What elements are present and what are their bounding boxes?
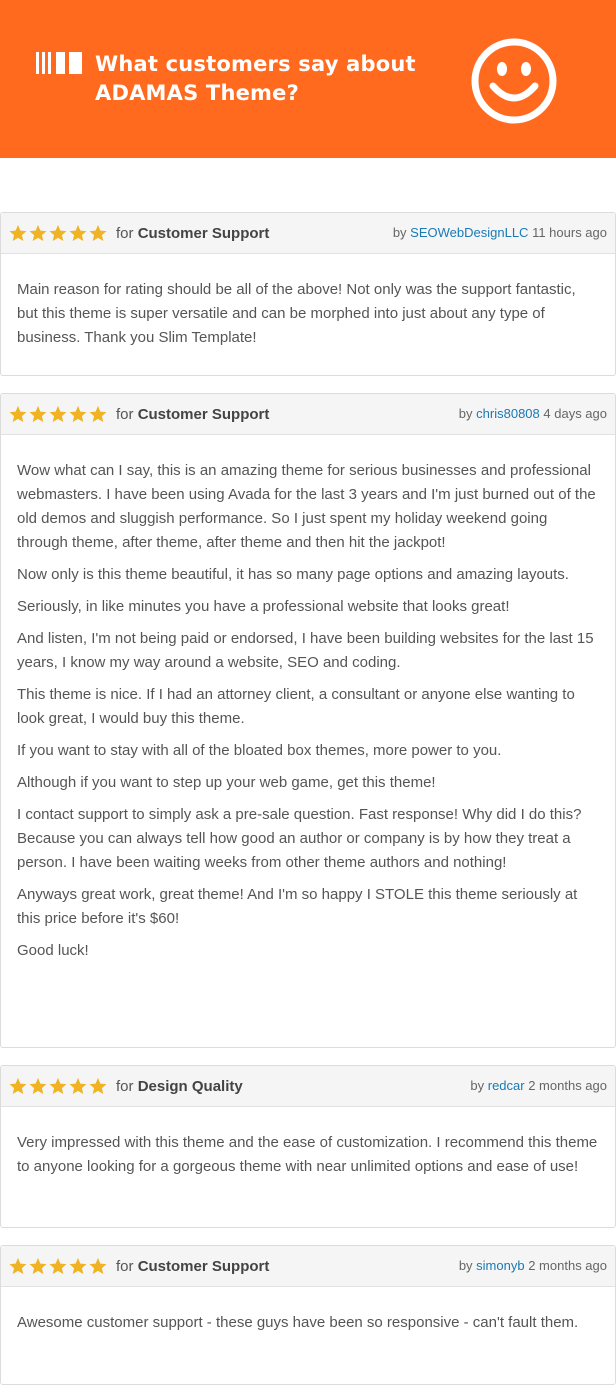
category-prefix: for xyxy=(116,1078,134,1095)
star-icon xyxy=(29,225,47,241)
banner-title: What customers say about ADAMAS Theme? xyxy=(95,50,425,108)
star-icon xyxy=(9,1078,27,1094)
review-card: for Customer Support by simonyb 2 months … xyxy=(0,1245,616,1385)
review-paragraph: This theme is nice. If I had an attorney… xyxy=(17,686,575,727)
star-icon xyxy=(89,225,107,241)
review-time: 2 months ago xyxy=(528,1078,607,1093)
review-author: by redcar 2 months ago xyxy=(470,1077,607,1095)
author-link[interactable]: simonyb xyxy=(476,1258,524,1273)
review-author: by SEOWebDesignLLC 11 hours ago xyxy=(393,224,607,242)
review-card: for Design Quality by redcar 2 months ago… xyxy=(0,1065,616,1228)
review-category: for Customer Support xyxy=(116,1257,269,1277)
author-prefix: by xyxy=(470,1078,485,1093)
review-body: Awesome customer support - these guys ha… xyxy=(1,1287,615,1335)
author-link[interactable]: SEOWebDesignLLC xyxy=(410,225,528,240)
banner-title-line1: What customers say about xyxy=(95,52,416,76)
star-icon xyxy=(69,1258,87,1274)
review-header: for Customer Support by chris80808 4 days… xyxy=(1,394,615,435)
author-link[interactable]: chris80808 xyxy=(476,406,540,421)
review-time: 11 hours ago xyxy=(532,225,607,240)
author-prefix: by xyxy=(458,406,473,421)
category-label: Customer Support xyxy=(137,225,270,242)
review-header: for Customer Support by simonyb 2 months … xyxy=(1,1246,615,1287)
star-icon xyxy=(69,1078,87,1094)
review-paragraph: And listen, I'm not being paid or endors… xyxy=(17,630,594,671)
review-body: Very impressed with this theme and the e… xyxy=(1,1107,615,1179)
star-icon xyxy=(69,225,87,241)
star-icon xyxy=(89,1258,107,1274)
star-rating xyxy=(9,1076,109,1096)
star-icon xyxy=(29,1078,47,1094)
review-card: for Customer Support by SEOWebDesignLLC 1… xyxy=(0,212,616,376)
review-paragraph: Main reason for rating should be all of … xyxy=(17,281,576,346)
star-icon xyxy=(69,406,87,422)
review-paragraph: Wow what can I say, this is an amazing t… xyxy=(17,462,596,551)
review-category: for Customer Support xyxy=(116,405,269,425)
review-author: by simonyb 2 months ago xyxy=(459,1257,607,1275)
review-author: by chris80808 4 days ago xyxy=(459,405,607,423)
star-icon xyxy=(49,1258,67,1274)
review-time: 2 months ago xyxy=(528,1258,607,1273)
category-label: Customer Support xyxy=(137,406,270,423)
smiley-icon xyxy=(471,38,557,124)
review-paragraph: Very impressed with this theme and the e… xyxy=(17,1134,598,1175)
review-paragraph: If you want to stay with all of the bloa… xyxy=(17,742,502,759)
review-category: for Design Quality xyxy=(116,1077,243,1097)
category-label: Design Quality xyxy=(137,1078,243,1095)
star-icon xyxy=(49,225,67,241)
testimonial-banner: What customers say about ADAMAS Theme? xyxy=(0,0,616,158)
review-paragraph: Anyways great work, great theme! And I'm… xyxy=(17,886,578,927)
star-icon xyxy=(29,1258,47,1274)
review-paragraph: Now only is this theme beautiful, it has… xyxy=(17,566,569,583)
category-prefix: for xyxy=(116,406,134,423)
author-prefix: by xyxy=(392,225,407,240)
star-icon xyxy=(89,406,107,422)
star-rating xyxy=(9,404,109,424)
star-icon xyxy=(9,1258,27,1274)
star-icon xyxy=(9,406,27,422)
category-prefix: for xyxy=(116,225,134,242)
category-prefix: for xyxy=(116,1258,134,1275)
star-icon xyxy=(49,406,67,422)
review-card: for Customer Support by chris80808 4 days… xyxy=(0,393,616,1048)
review-body: Wow what can I say, this is an amazing t… xyxy=(1,435,615,963)
review-paragraph: Good luck! xyxy=(17,942,89,959)
review-category: for Customer Support xyxy=(116,224,269,244)
bars-icon xyxy=(36,52,82,74)
author-prefix: by xyxy=(458,1258,473,1273)
review-header: for Design Quality by redcar 2 months ago xyxy=(1,1066,615,1107)
review-time: 4 days ago xyxy=(543,406,607,421)
review-header: for Customer Support by SEOWebDesignLLC 1… xyxy=(1,213,615,254)
category-label: Customer Support xyxy=(137,1258,270,1275)
star-icon xyxy=(49,1078,67,1094)
star-rating xyxy=(9,1256,109,1276)
star-icon xyxy=(9,225,27,241)
review-paragraph: Seriously, in like minutes you have a pr… xyxy=(17,598,510,615)
banner-title-line2: ADAMAS Theme? xyxy=(95,81,299,105)
review-body: Main reason for rating should be all of … xyxy=(1,254,615,350)
review-paragraph: I contact support to simply ask a pre-sa… xyxy=(17,806,582,871)
star-icon xyxy=(29,406,47,422)
star-icon xyxy=(89,1078,107,1094)
star-rating xyxy=(9,223,109,243)
review-paragraph: Awesome customer support - these guys ha… xyxy=(17,1314,579,1331)
review-paragraph: Although if you want to step up your web… xyxy=(17,774,436,791)
author-link[interactable]: redcar xyxy=(488,1078,525,1093)
